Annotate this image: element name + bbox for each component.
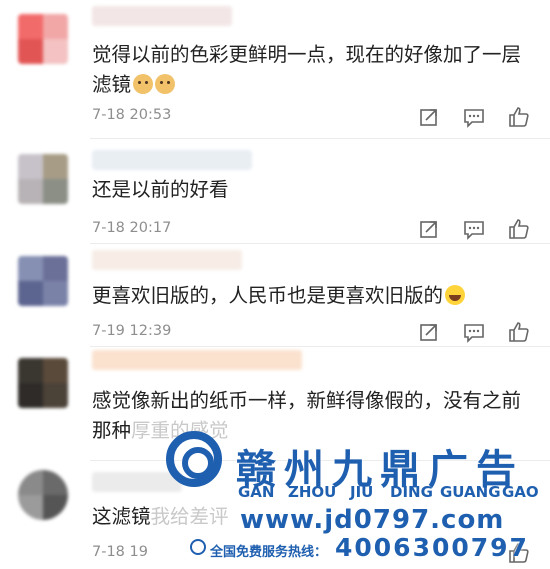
like-button[interactable] [508, 218, 530, 240]
comment-timestamp: 7-18 19 [92, 544, 148, 560]
avatar-tile [43, 39, 68, 64]
avatar-tile [18, 179, 43, 204]
laughing-emoji [445, 285, 466, 305]
repost-button[interactable] [418, 106, 440, 128]
phone-icon [190, 539, 206, 555]
comment-bubble-icon [464, 324, 484, 343]
avatar-tile [43, 281, 68, 306]
comment-item: 觉得以前的色彩更鲜明一点，现在的好像加了一层滤镜 7-18 20:53 [0, 0, 550, 140]
thumbs-up-icon [509, 322, 529, 342]
comment-body: 这滤镜 [92, 505, 151, 528]
comment-item: 还是以前的好看 7-18 20:17 [0, 140, 550, 244]
avatar[interactable] [18, 14, 68, 64]
share-box-icon [420, 109, 437, 126]
avatar-tile [18, 39, 43, 64]
username-blurred[interactable] [92, 250, 242, 270]
avatar-tile [18, 358, 43, 383]
watermark-url: www.jd0797.com [240, 505, 505, 535]
divider [90, 138, 550, 139]
avatar-tile [43, 154, 68, 179]
username-blurred[interactable] [92, 150, 252, 170]
avatar-tile [43, 470, 68, 495]
avatar[interactable] [18, 154, 68, 204]
avatar-tile [18, 14, 43, 39]
share-box-icon [420, 221, 437, 238]
repost-button[interactable] [418, 218, 440, 240]
avatar[interactable] [18, 358, 68, 408]
divider [90, 346, 550, 347]
comment-item: 更喜欢旧版的，人民币也是更喜欢旧版的 7-19 12:39 [0, 244, 550, 347]
watermark-hotline: 4006300797 [335, 533, 529, 562]
avatar-tile [18, 383, 43, 408]
avatar-tile [43, 256, 68, 281]
like-button[interactable] [508, 321, 530, 343]
watermark-pinyin: GUANG [440, 483, 501, 501]
comment-text: 还是以前的好看 [92, 178, 229, 201]
comment-timestamp: 7-18 20:53 [92, 107, 172, 123]
comment-bubble-icon [464, 221, 484, 240]
doge-emoji [155, 74, 176, 94]
avatar-tile [43, 358, 68, 383]
watermark-hotline-label: 全国免费服务热线： [210, 545, 328, 560]
comment-timestamp: 7-18 20:17 [92, 220, 172, 236]
watermark: 赣州九鼎广告 GAN ZHOU JIU DING GUANG GAO www.j… [160, 415, 550, 569]
avatar-tile [43, 383, 68, 408]
avatar[interactable] [18, 256, 68, 306]
avatar-tile [43, 495, 68, 520]
username-blurred[interactable] [92, 6, 232, 26]
thumbs-up-icon [509, 219, 529, 239]
comment-text: 觉得以前的色彩更鲜明一点，现在的好像加了一层滤镜 [92, 40, 537, 100]
avatar-tile [18, 495, 43, 520]
avatar-tile [18, 154, 43, 179]
watermark-pinyin: JIU [350, 483, 374, 501]
watermark-pinyin: ZHOU [288, 483, 337, 501]
avatar-tile [18, 470, 43, 495]
watermark-pinyin: DING [390, 483, 433, 501]
brand-logo-icon [166, 431, 222, 487]
share-box-icon [420, 324, 437, 341]
like-button[interactable] [508, 106, 530, 128]
avatar-tile [18, 281, 43, 306]
username-blurred[interactable] [92, 350, 302, 370]
comment-text: 更喜欢旧版的，人民币也是更喜欢旧版的 [92, 281, 537, 311]
watermark-pinyin: GAN [238, 483, 275, 501]
thumbs-up-icon [509, 107, 529, 127]
avatar[interactable] [18, 470, 68, 520]
comment-timestamp: 7-19 12:39 [92, 323, 172, 339]
comment-button[interactable] [463, 106, 485, 128]
avatar-tile [18, 256, 43, 281]
avatar-tile [43, 179, 68, 204]
comment-body: 更喜欢旧版的，人民币也是更喜欢旧版的 [92, 284, 444, 307]
avatar-tile [43, 14, 68, 39]
repost-button[interactable] [418, 321, 440, 343]
comment-bubble-icon [464, 109, 484, 128]
comment-button[interactable] [463, 218, 485, 240]
comment-button[interactable] [463, 321, 485, 343]
watermark-pinyin: GAO [502, 483, 539, 501]
doge-emoji [133, 74, 154, 94]
